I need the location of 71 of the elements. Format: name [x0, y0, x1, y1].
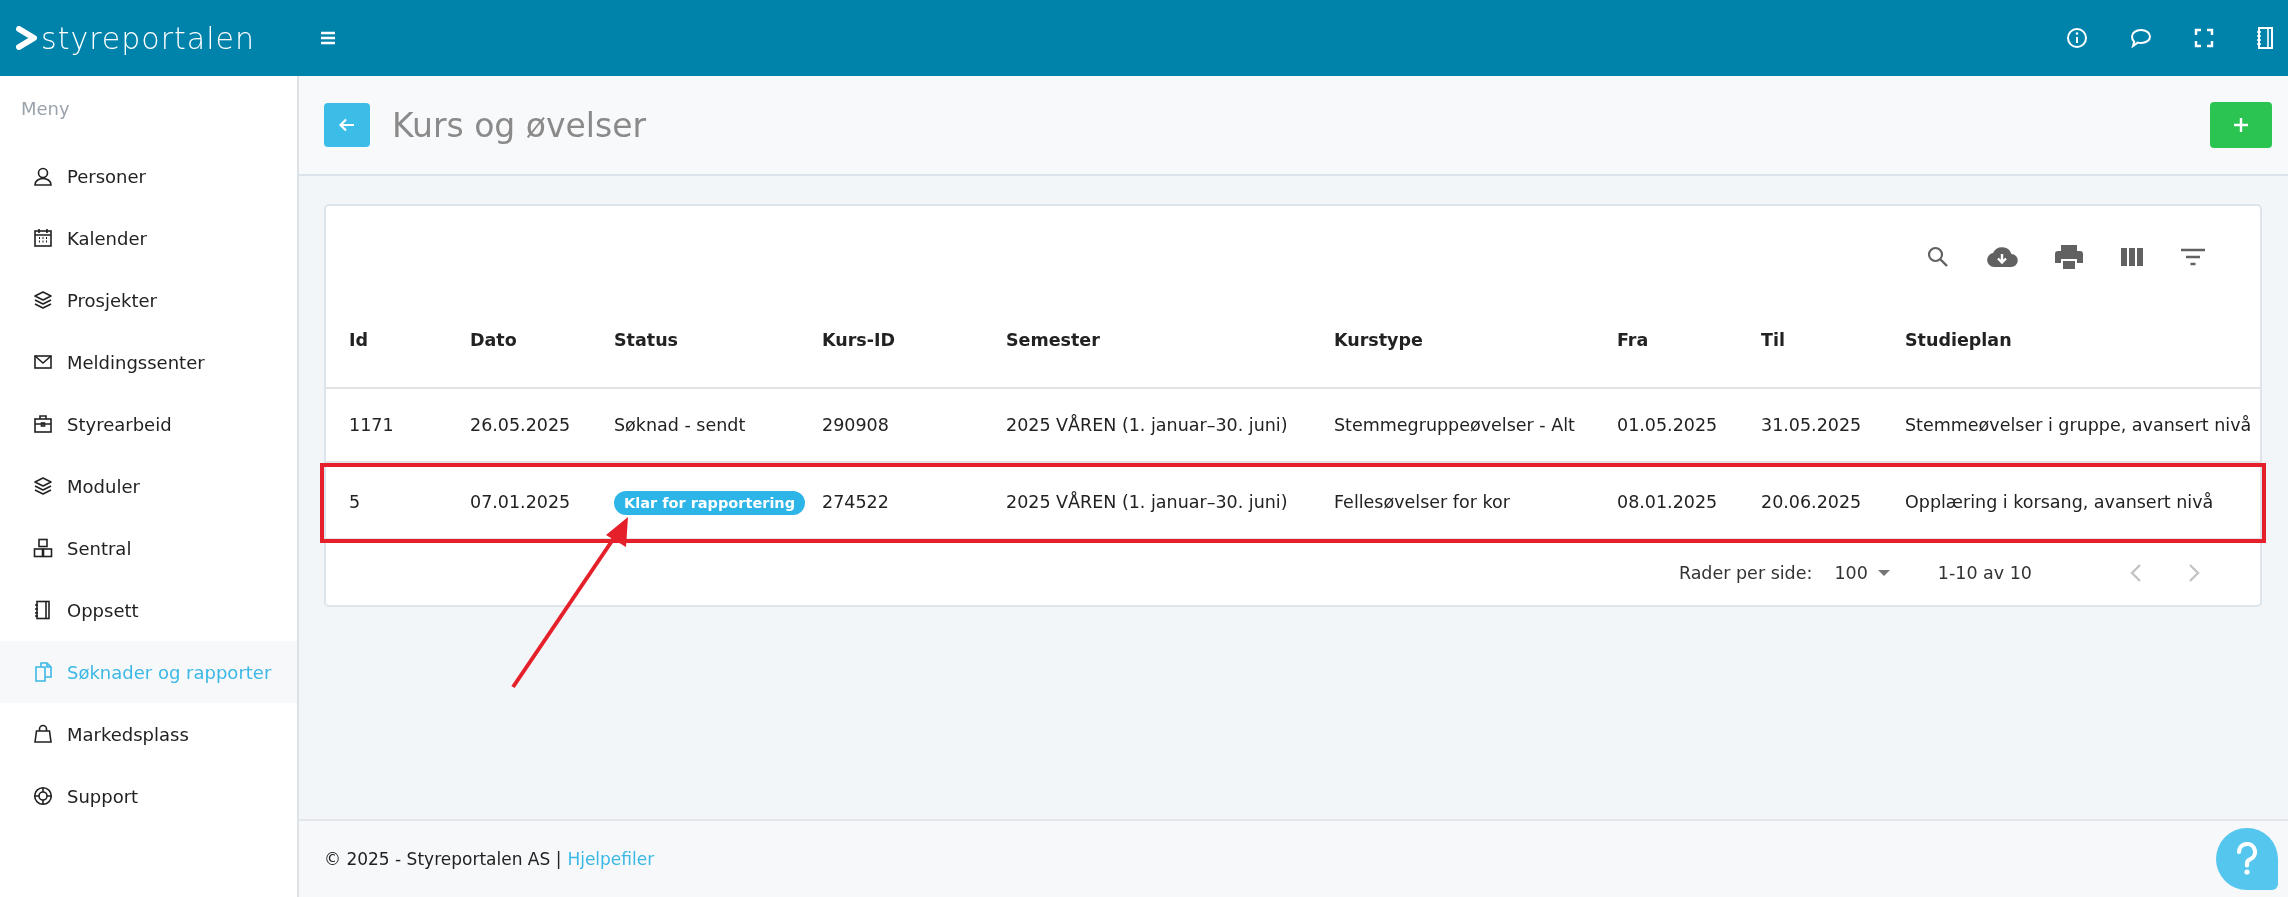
sidebar-item[interactable]: Prosjekter [0, 269, 297, 331]
table-cell: 01.05.2025 [1617, 415, 1718, 436]
printer-icon[interactable] [2054, 244, 2084, 270]
filter-icon[interactable] [2180, 247, 2206, 267]
column-header[interactable]: Dato [470, 329, 614, 350]
table-cell: 31.05.2025 [1761, 415, 1862, 436]
documents-icon [33, 662, 53, 682]
sidebar-item[interactable]: Kalender [0, 207, 297, 269]
table-cell: 08.01.2025 [1617, 492, 1718, 513]
sidebar-item[interactable]: Moduler [0, 455, 297, 517]
page-range: 1-10 av 10 [1937, 562, 2032, 583]
sidebar-item[interactable]: Support [0, 765, 297, 827]
table-cell: 290908 [822, 415, 889, 436]
column-header[interactable]: Status [614, 329, 822, 350]
info-icon[interactable] [2066, 27, 2088, 49]
column-header[interactable]: Studieplan [1905, 329, 2260, 350]
table-cell: 274522 [822, 492, 889, 513]
fullscreen-icon[interactable] [2194, 28, 2214, 48]
table-cell: 1171 [349, 415, 394, 436]
copyright-text: © 2025 - Styreportalen AS | [324, 849, 562, 869]
sidebar-item[interactable]: Meldingssenter [0, 331, 297, 393]
envelope-icon [33, 352, 53, 372]
menu-heading: Meny [20, 98, 71, 119]
lifebuoy-icon [33, 786, 53, 806]
cloud-download-icon[interactable] [1986, 245, 2018, 269]
table-cell: 2025 VÅREN (1. januar–30. juni) [1006, 492, 1288, 513]
column-header[interactable]: Semester [1006, 329, 1334, 350]
back-button[interactable] [324, 103, 370, 147]
boxes-icon [33, 538, 53, 558]
sidebar-item[interactable]: Sentral [0, 517, 297, 579]
status-badge: Klar for rapportering [614, 491, 806, 516]
sidebar-item[interactable]: Markedsplass [0, 703, 297, 765]
table-cell: 2025 VÅREN (1. januar–30. juni) [1006, 415, 1288, 436]
person-icon [33, 166, 53, 186]
caret-icon [1877, 569, 1890, 576]
menu-icon[interactable] [320, 31, 336, 45]
table-cell: Søknad - sendt [614, 415, 746, 436]
sidebar-item[interactable]: Oppsett [0, 579, 297, 641]
chat-bubble-icon[interactable] [2130, 28, 2152, 48]
shopping-bag-icon [33, 724, 53, 744]
table-cell: Opplæring i korsang, avansert nivå [1905, 492, 2214, 513]
chevron-logo-icon [16, 26, 38, 50]
question-mark-icon [2234, 842, 2260, 876]
column-header[interactable]: Fra [1617, 329, 1761, 350]
plus-icon [2233, 117, 2249, 133]
table-cell: 07.01.2025 [470, 492, 571, 513]
sidebar-item[interactable]: Personer [0, 145, 297, 207]
sidebar-item[interactable]: Styrearbeid [0, 393, 297, 455]
table-cell: Stemmegruppeøvelser - Alt [1334, 415, 1575, 436]
notebook-icon [33, 600, 53, 620]
column-header[interactable]: Kurstype [1334, 329, 1617, 350]
table-cell: 5 [349, 492, 361, 513]
notebook-icon[interactable] [2256, 27, 2274, 49]
logo-text: styreportalen [41, 20, 255, 56]
arrow-left-icon [339, 118, 355, 132]
search-icon[interactable] [1926, 245, 1950, 269]
page-title: Kurs og øvelser [392, 105, 647, 145]
rows-per-page-select[interactable]: 100 [1834, 562, 1890, 583]
table-cell: Fellesøvelser for kor [1334, 492, 1510, 513]
calendar-icon [33, 228, 53, 248]
briefcase-icon [33, 414, 53, 434]
column-header[interactable]: Kurs-ID [822, 329, 1006, 350]
layers-icon [33, 290, 53, 310]
table-cell: Stemmeøvelser i gruppe, avansert nivå [1905, 415, 2252, 436]
column-header[interactable]: Id [349, 329, 470, 350]
columns-icon[interactable] [2120, 247, 2144, 267]
table-cell: 26.05.2025 [470, 415, 571, 436]
rows-per-page-label: Rader per side: [1678, 562, 1813, 583]
layers-icon [33, 476, 53, 496]
table-cell: 20.06.2025 [1761, 492, 1862, 513]
column-header[interactable]: Til [1761, 329, 1905, 350]
